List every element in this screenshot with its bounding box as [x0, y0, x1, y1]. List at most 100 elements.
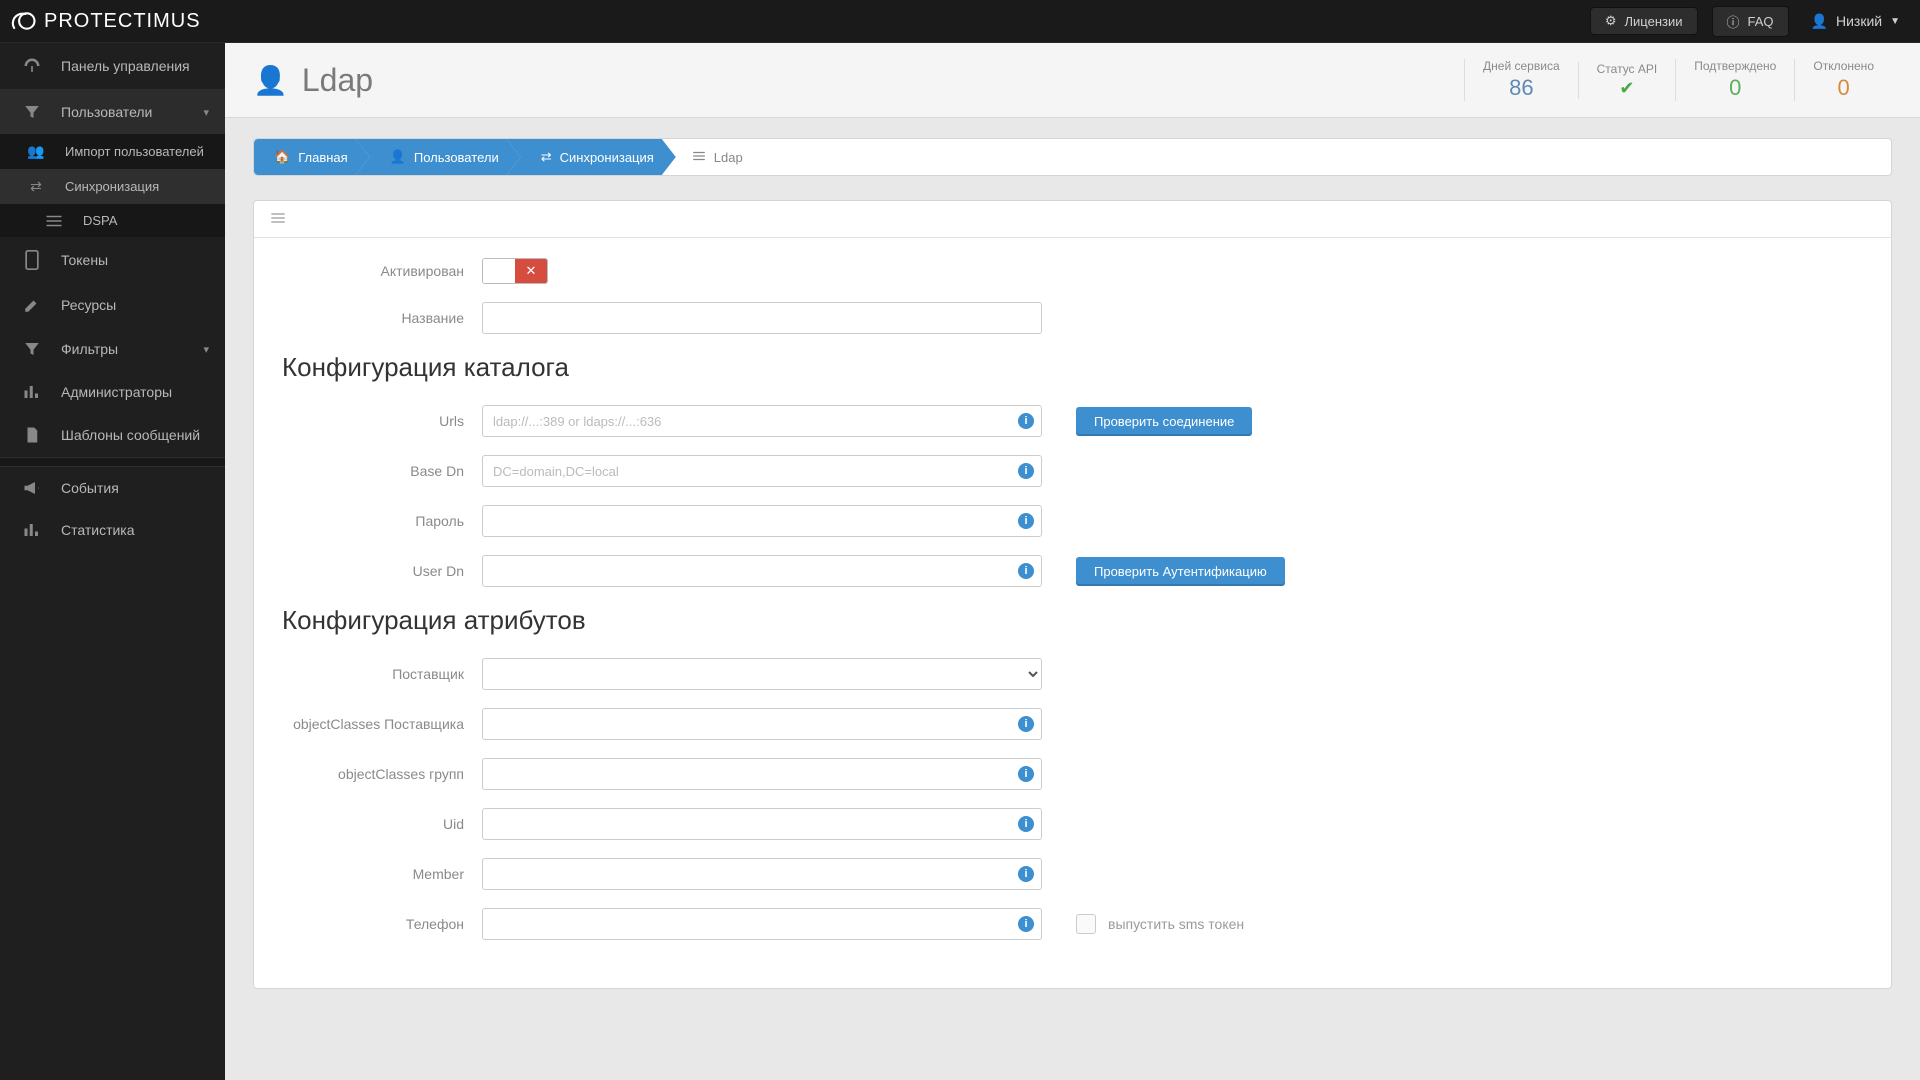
filter-icon: [21, 103, 43, 121]
test-auth-button[interactable]: Проверить Аутентификацию: [1076, 557, 1285, 586]
page-title: Ldap: [302, 62, 373, 99]
sidebar-item-resources[interactable]: Ресурсы: [0, 283, 225, 327]
chevron-down-icon: ▼: [1890, 16, 1900, 27]
label-phone: Телефон: [282, 916, 482, 932]
test-connection-button[interactable]: Проверить соединение: [1076, 407, 1252, 436]
obj-provider-input[interactable]: [482, 708, 1042, 740]
user-dn-input[interactable]: [482, 555, 1042, 587]
activated-toggle[interactable]: ✕: [482, 258, 548, 284]
sidebar-item-label: Пользователи: [61, 104, 152, 120]
sidebar-item-label: Ресурсы: [61, 297, 116, 313]
phone-input[interactable]: [482, 908, 1042, 940]
label-activated: Активирован: [282, 263, 482, 279]
sidebar-item-stats[interactable]: Статистика: [0, 509, 225, 551]
sidebar-item-label: Импорт пользователей: [65, 144, 204, 159]
info-icon[interactable]: i: [1018, 413, 1034, 429]
sidebar-item-admins[interactable]: Администраторы: [0, 371, 225, 413]
user-menu[interactable]: 👤 Низкий ▼: [1811, 13, 1900, 30]
sidebar-item-dspa[interactable]: DSPA: [0, 204, 225, 237]
name-input[interactable]: [482, 302, 1042, 334]
stat-value: 86: [1483, 75, 1560, 101]
label-obj-groups: objectClasses групп: [282, 766, 482, 782]
sidebar-item-users[interactable]: Пользователи ▾: [0, 90, 225, 134]
sidebar-item-dashboard[interactable]: Панель управления: [0, 43, 225, 89]
stat-label: Дней сервиса: [1483, 59, 1560, 73]
list-icon: [270, 211, 286, 227]
breadcrumb-label: Главная: [298, 150, 347, 165]
licenses-button[interactable]: ⚙ Лицензии: [1590, 7, 1698, 35]
chevron-down-icon: ▾: [203, 343, 209, 356]
provider-select[interactable]: [482, 658, 1042, 690]
uid-input[interactable]: [482, 808, 1042, 840]
panel-header: [254, 201, 1891, 238]
password-input[interactable]: [482, 505, 1042, 537]
sidebar-item-import-users[interactable]: 👥 Импорт пользователей: [0, 134, 225, 169]
info-icon[interactable]: i: [1018, 513, 1034, 529]
obj-groups-input[interactable]: [482, 758, 1042, 790]
logo-icon: [10, 9, 38, 33]
stat-approved: Подтверждено 0: [1675, 59, 1794, 101]
sidebar-item-filters[interactable]: Фильтры ▾: [0, 327, 225, 371]
stat-label: Отклонено: [1813, 59, 1874, 73]
sidebar-item-templates[interactable]: Шаблоны сообщений: [0, 413, 225, 457]
form-panel: Активирован ✕ Название Конфигурация ката…: [253, 200, 1892, 989]
info-icon[interactable]: i: [1018, 816, 1034, 832]
info-icon[interactable]: i: [1018, 463, 1034, 479]
stat-label: Статус API: [1597, 62, 1658, 76]
sidebar-item-label: Администраторы: [61, 384, 172, 400]
licenses-label: Лицензии: [1625, 14, 1683, 29]
emit-sms-checkbox[interactable]: [1076, 914, 1096, 934]
stat-label: Подтверждено: [1694, 59, 1776, 73]
faq-button[interactable]: ⓘ FAQ: [1712, 6, 1789, 37]
section-attr-heading: Конфигурация атрибутов: [282, 605, 1863, 636]
emit-sms-label: выпустить sms токен: [1108, 916, 1244, 932]
sync-icon: ⇄: [541, 149, 552, 165]
chevron-down-icon: ▾: [203, 106, 209, 119]
filter-icon: [21, 340, 43, 358]
info-icon[interactable]: i: [1018, 866, 1034, 882]
user-icon: 👤: [390, 149, 406, 165]
close-icon: ✕: [515, 259, 547, 283]
sidebar-item-label: Токены: [61, 252, 108, 268]
sidebar: Панель управления Пользователи ▾ 👥 Импор…: [0, 43, 225, 1080]
chart-icon: [21, 522, 43, 538]
bars-icon: [21, 384, 43, 400]
separator: [0, 457, 225, 467]
breadcrumb: 🏠 Главная 👤 Пользователи ⇄ Синхронизация…: [253, 138, 1892, 176]
page-header: 👤 Ldap Дней сервиса 86 Статус API ✔ Подт…: [225, 43, 1920, 118]
urls-input[interactable]: [482, 405, 1042, 437]
member-input[interactable]: [482, 858, 1042, 890]
info-icon[interactable]: i: [1018, 916, 1034, 932]
sidebar-item-tokens[interactable]: Токены: [0, 237, 225, 283]
base-dn-input[interactable]: [482, 455, 1042, 487]
sidebar-item-events[interactable]: События: [0, 467, 225, 509]
breadcrumb-current: Ldap: [662, 139, 765, 175]
sidebar-item-label: Фильтры: [61, 341, 118, 357]
stat-service-days: Дней сервиса 86: [1464, 59, 1578, 101]
info-icon[interactable]: i: [1018, 563, 1034, 579]
sidebar-item-label: Панель управления: [61, 58, 190, 74]
label-urls: Urls: [282, 413, 482, 429]
label-provider: Поставщик: [282, 666, 482, 682]
breadcrumb-sync[interactable]: ⇄ Синхронизация: [507, 139, 676, 175]
document-icon: [21, 426, 43, 444]
edit-icon: [21, 296, 43, 314]
stat-api-status: Статус API ✔: [1578, 62, 1676, 99]
info-icon[interactable]: i: [1018, 766, 1034, 782]
sidebar-item-label: Статистика: [61, 522, 135, 538]
home-icon: 🏠: [274, 149, 290, 165]
stat-value: 0: [1694, 75, 1776, 101]
stat-rejected: Отклонено 0: [1794, 59, 1892, 101]
breadcrumb-home[interactable]: 🏠 Главная: [254, 139, 370, 175]
label-password: Пароль: [282, 513, 482, 529]
brand-logo[interactable]: PROTECTIMUS: [10, 9, 201, 33]
sidebar-item-sync[interactable]: ⇄ Синхронизация: [0, 169, 225, 204]
label-user-dn: User Dn: [282, 563, 482, 579]
breadcrumb-users[interactable]: 👤 Пользователи: [356, 139, 521, 175]
breadcrumb-label: Синхронизация: [560, 150, 654, 165]
label-name: Название: [282, 310, 482, 326]
megaphone-icon: [21, 480, 43, 496]
dashboard-icon: [21, 56, 43, 76]
info-icon[interactable]: i: [1018, 716, 1034, 732]
info-icon: ⓘ: [1727, 12, 1740, 31]
